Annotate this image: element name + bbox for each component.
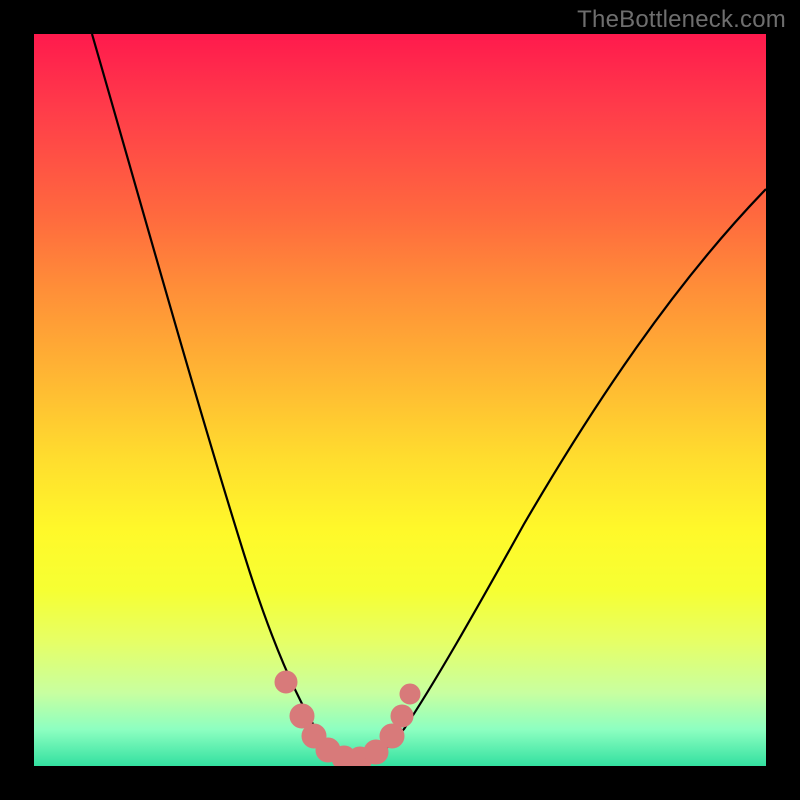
marker-dot — [275, 671, 297, 693]
plot-area — [34, 34, 766, 766]
chart-frame: TheBottleneck.com — [0, 0, 800, 800]
watermark-text: TheBottleneck.com — [577, 6, 786, 34]
chart-svg — [34, 34, 766, 766]
marker-group — [275, 671, 420, 766]
marker-dot — [400, 684, 420, 704]
marker-dot — [391, 705, 413, 727]
bottleneck-curve-path — [92, 34, 766, 763]
marker-dot — [380, 724, 404, 748]
